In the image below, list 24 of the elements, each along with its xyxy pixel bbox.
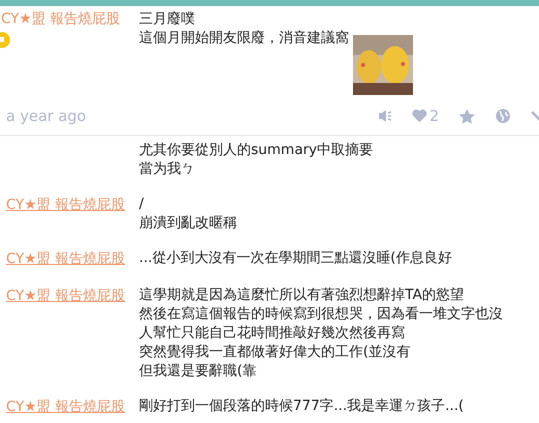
reply-text: 當为我ㄅ bbox=[139, 160, 196, 179]
reply-text: 剛好打到一個段落的時候777字...我是幸運ㄉ孩子...( bbox=[139, 397, 464, 416]
mute-icon[interactable] bbox=[378, 109, 392, 123]
reply-text: ...從小到大沒有一次在學期間三點還沒睡(作息良好 bbox=[139, 249, 452, 268]
reply-text: 但我還是要辭職(靠 bbox=[139, 362, 258, 381]
reply-text: / bbox=[139, 195, 145, 214]
post-text: 這個月開始開友限廢，消音建議窩 bbox=[139, 29, 349, 48]
reply-text: 然後在寫這個報告的時候寫到很想哭，因為看一堆文字也沒 bbox=[139, 305, 503, 324]
heart-icon bbox=[412, 109, 428, 123]
post-text: 三月廢噗 bbox=[139, 10, 196, 29]
reply-text: 尤其你要從別人的summary中取摘要 bbox=[139, 141, 374, 160]
star-icon[interactable] bbox=[459, 108, 475, 124]
author-link[interactable]: CY★盟 報告燒屁股 bbox=[6, 251, 126, 267]
author-link[interactable]: CY★盟 報告燒屁股 bbox=[6, 288, 126, 304]
author-link[interactable]: CY★盟 報告燒屁股 bbox=[6, 197, 126, 213]
timestamp: a year ago bbox=[6, 106, 86, 127]
reply-text: 人幫忙只能自己花時間推敲好幾次然後再寫 bbox=[139, 324, 406, 343]
like-button[interactable]: 2 bbox=[412, 104, 439, 128]
reply-text: 突然覺得我一直都做著好偉大的工作(並沒有 bbox=[139, 343, 412, 362]
globe-icon[interactable] bbox=[495, 108, 511, 124]
reply-text: 崩潰到亂改暱稱 bbox=[139, 214, 237, 233]
author-name[interactable]: CY★盟 報告燒屁股 bbox=[0, 10, 133, 29]
reply-text: 這學期就是因為這麼忙所以有著強烈想辭掉TA的慾望 bbox=[139, 286, 466, 305]
author-link[interactable]: CY★盟 報告燒屁股 bbox=[6, 399, 126, 415]
